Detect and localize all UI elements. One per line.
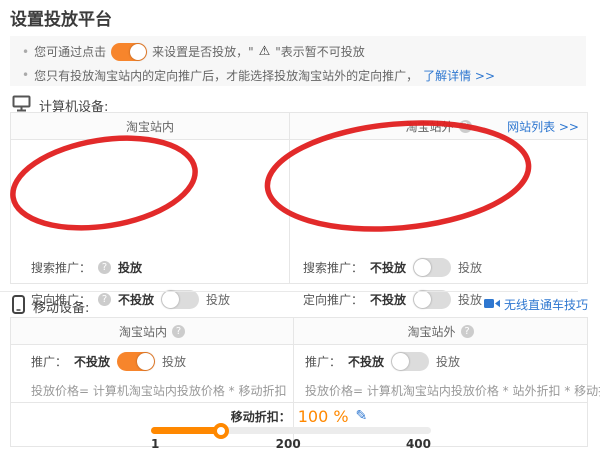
delivery-state-text: 投放	[118, 259, 142, 276]
mobile-section-header: 移动设备:	[12, 295, 89, 318]
pc-insite-targeted-toggle[interactable]	[161, 290, 199, 309]
mobile-offsite-promo-toggle[interactable]	[391, 352, 429, 371]
pc-offsite-search-toggle[interactable]	[413, 258, 451, 277]
column-divider	[289, 113, 290, 283]
notice-box: • 您可通过点击 来设置是否投放，" ⚠ "表示暂不可投放 • 您只有投放淘宝站内的…	[10, 36, 586, 86]
example-toggle[interactable]	[111, 43, 147, 61]
notice-line1-before: 您可通过点击	[34, 43, 106, 60]
help-icon[interactable]: ?	[459, 120, 472, 133]
promo-label: 推广：	[305, 353, 341, 370]
bullet-icon: •	[22, 68, 29, 82]
header-taobao-out-site: 淘宝站外 ?	[294, 318, 587, 344]
on-state-text: 投放	[458, 291, 482, 308]
help-icon[interactable]: ?	[172, 325, 185, 338]
off-state-text: 不投放	[370, 291, 406, 308]
header-label: 淘宝站内	[126, 118, 174, 135]
help-icon[interactable]: ?	[98, 261, 111, 274]
on-state-text: 投放	[458, 259, 482, 276]
mobile-insite-promo-row: 推广： 不投放 投放	[31, 350, 186, 372]
search-promo-label: 搜索推广：	[31, 259, 91, 276]
on-state-text: 投放	[162, 353, 186, 370]
smartphone-icon	[12, 295, 25, 318]
header-taobao-in-site: 淘宝站内	[11, 113, 289, 139]
wireless-tips-link[interactable]: 无线直通车技巧	[504, 296, 588, 313]
off-state-text: 不投放	[118, 291, 154, 308]
notice-line2-text: 您只有投放淘宝站内的定向推广后，才能选择投放淘宝站外的定向推广，	[34, 67, 418, 84]
mobile-offsite-price-formula: 投放价格= 计算机淘宝站内投放价格 * 站外折扣 * 移动折扣	[305, 382, 600, 399]
header-label: 淘宝站内	[119, 323, 167, 340]
website-list-link[interactable]: 网站列表 >>	[507, 118, 579, 135]
search-promo-label: 搜索推广：	[303, 259, 363, 276]
off-state-text: 不投放	[348, 353, 384, 370]
mobile-slider-scale: 1 200 400	[151, 437, 431, 449]
warning-icon: ⚠	[259, 44, 271, 59]
help-icon[interactable]: ?	[461, 325, 474, 338]
row-divider	[11, 402, 587, 403]
help-icon[interactable]: ?	[98, 293, 111, 306]
notice-line1-after: 来设置是否投放，"	[152, 43, 254, 60]
on-state-text: 投放	[436, 353, 460, 370]
toggle-knob	[414, 259, 431, 276]
on-state-text: 投放	[206, 291, 230, 308]
toggle-knob	[414, 291, 431, 308]
scale-max: 400	[406, 437, 431, 449]
scale-mid: 200	[276, 437, 301, 449]
slider-fill	[151, 427, 221, 434]
targeted-promo-label: 定向推广：	[303, 291, 363, 308]
edit-icon[interactable]: ✎	[356, 408, 368, 424]
mobile-discount-label: 移动折扣：	[231, 408, 291, 425]
mobile-insite-price-formula: 投放价格= 计算机淘宝站内投放价格 * 移动折扣	[31, 382, 287, 399]
mobile-offsite-promo-row: 推广： 不投放 投放	[305, 350, 460, 372]
mobile-discount-slider[interactable]	[151, 423, 431, 438]
toggle-knob	[137, 353, 154, 370]
mobile-settings-table: 淘宝站内 ? 淘宝站外 ? 推广： 不投放 投放 投放价格= 计算机淘宝站内投放…	[10, 317, 588, 447]
video-camera-icon	[484, 298, 500, 312]
header-label: 淘宝站外	[405, 118, 453, 135]
computer-table-header: 淘宝站内 淘宝站外 ? 网站列表 >>	[11, 113, 587, 140]
toggle-knob	[392, 353, 409, 370]
bullet-icon: •	[22, 45, 29, 59]
delivery-platform-settings-page: 设置投放平台 • 您可通过点击 来设置是否投放，" ⚠ "表示暂不可投放 • 您只有…	[0, 0, 600, 449]
toggle-knob	[162, 291, 179, 308]
section-separator	[0, 291, 578, 292]
wireless-tips-link-wrap: 无线直通车技巧	[484, 296, 588, 313]
pc-offsite-targeted-toggle[interactable]	[413, 290, 451, 309]
website-list-link-wrap: 网站列表 >>	[507, 113, 579, 139]
header-taobao-in-site: 淘宝站内 ?	[11, 318, 293, 344]
header-label: 淘宝站外	[407, 323, 455, 340]
notice-line1-end: "表示暂不可投放	[275, 43, 365, 60]
pc-offsite-search-row: 搜索推广： 不投放 投放	[303, 256, 482, 278]
notice-line-1: • 您可通过点击 来设置是否投放，" ⚠ "表示暂不可投放	[22, 41, 365, 62]
computer-settings-table: 淘宝站内 淘宝站外 ? 网站列表 >> 搜索推广： ? 投放 定向推广： ? 不…	[10, 112, 588, 284]
mobile-insite-promo-toggle[interactable]	[117, 352, 155, 371]
pc-insite-search-row: 搜索推广： ? 投放	[31, 256, 142, 278]
off-state-text: 不投放	[74, 353, 110, 370]
scale-min: 1	[151, 437, 159, 449]
learn-more-link[interactable]: 了解详情 >>	[423, 67, 495, 84]
toggle-knob	[130, 44, 146, 60]
off-state-text: 不投放	[370, 259, 406, 276]
promo-label: 推广：	[31, 353, 67, 370]
notice-line-2: • 您只有投放淘宝站内的定向推广后，才能选择投放淘宝站外的定向推广， 了解详情 …	[22, 67, 495, 83]
mobile-table-header: 淘宝站内 ? 淘宝站外 ?	[11, 318, 587, 345]
page-title: 设置投放平台	[10, 5, 112, 30]
mobile-section-title: 移动设备:	[33, 297, 89, 316]
